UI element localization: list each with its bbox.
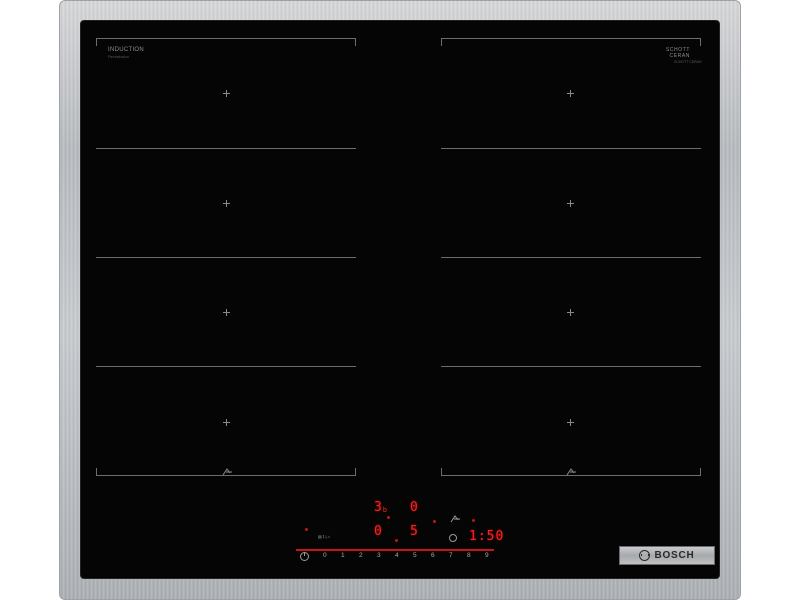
- power-icon[interactable]: [300, 552, 309, 561]
- ceramic-glass-surface: [81, 21, 719, 578]
- zone-corner: [96, 38, 97, 46]
- cookware-detection-icon: [566, 468, 576, 476]
- zone-divider: [96, 257, 356, 258]
- zone-display-front-right: 5: [410, 524, 418, 539]
- slider-number[interactable]: 8: [467, 552, 471, 560]
- cookware-detection-icon: [222, 468, 232, 476]
- timer-clock-icon[interactable]: [449, 534, 457, 542]
- slider-number[interactable]: 9: [485, 552, 489, 560]
- zone-divider: [441, 257, 701, 258]
- zone-display-rear-left: 3: [374, 500, 382, 515]
- zone-center-marker: [223, 419, 230, 426]
- slider-number[interactable]: 2: [359, 552, 363, 560]
- zone-corner: [355, 38, 356, 46]
- zone-center-marker: [567, 200, 574, 207]
- zone-divider: [441, 366, 701, 367]
- zone-display-rear-right: 0: [410, 500, 418, 515]
- zone-line: [441, 38, 701, 39]
- zone-divider: [96, 148, 356, 149]
- schott-ceran-label: SCHOTT CERAN: [650, 47, 690, 59]
- cookware-sensor-icon[interactable]: [450, 513, 462, 523]
- induction-sub-label: FlexInduction: [108, 55, 129, 59]
- zone-divider: [441, 148, 701, 149]
- schott-label-line2: CERAN: [669, 53, 690, 59]
- zone-line: [96, 38, 356, 39]
- slider-number[interactable]: 4: [395, 552, 399, 560]
- zone-corner: [700, 468, 701, 476]
- indicator-dot: [305, 528, 308, 531]
- slider-number[interactable]: 7: [449, 552, 453, 560]
- indicator-dot: [395, 539, 398, 542]
- schott-sub-label: SCHOTT CERAN: [674, 60, 702, 64]
- zone-center-marker: [223, 200, 230, 207]
- zone-center-marker: [567, 309, 574, 316]
- zone-display-rear-left-sub: b: [383, 507, 387, 514]
- indicator-dot: [387, 516, 390, 519]
- zone-center-marker: [223, 90, 230, 97]
- timer-display: 1:50: [469, 529, 505, 544]
- function-icons[interactable]: ▤ ⟟ | ⌂: [318, 534, 330, 539]
- bosch-brand-text: BOSCH: [654, 550, 695, 561]
- zone-corner: [441, 38, 442, 46]
- indicator-dot: [472, 519, 475, 522]
- zone-divider: [96, 366, 356, 367]
- zone-corner: [355, 468, 356, 476]
- zone-display-front-left: 0: [374, 524, 382, 539]
- zone-center-marker: [567, 90, 574, 97]
- zone-corner: [700, 38, 701, 46]
- zone-center-marker: [567, 419, 574, 426]
- zone-center-marker: [223, 309, 230, 316]
- slider-number[interactable]: 0: [323, 552, 327, 560]
- slider-number[interactable]: 3: [377, 552, 381, 560]
- slider-number[interactable]: 6: [431, 552, 435, 560]
- slider-number[interactable]: 5: [413, 552, 417, 560]
- indicator-dot: [433, 520, 436, 523]
- bosch-logo-icon: [639, 550, 651, 561]
- power-level-slider[interactable]: [296, 549, 494, 551]
- slider-number[interactable]: 1: [341, 552, 345, 560]
- bosch-badge: BOSCH: [619, 546, 715, 565]
- induction-label: INDUCTION: [108, 47, 145, 53]
